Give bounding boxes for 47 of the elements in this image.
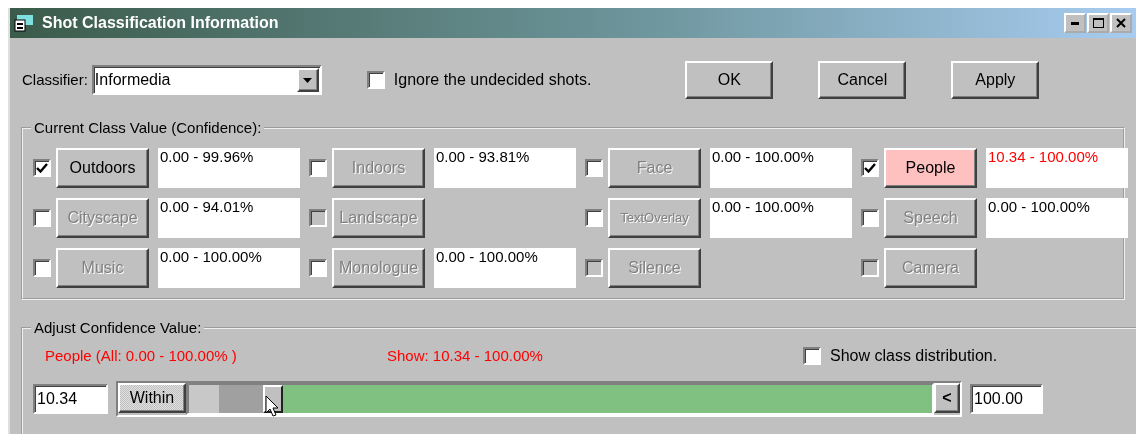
window-icon [14,13,36,33]
mode-button[interactable]: Within [118,383,186,413]
window-title: Shot Classification Information [42,13,279,33]
checkbox[interactable] [585,159,603,177]
class-button[interactable]: People [884,148,977,188]
confidence-field: 10.34 - 100.00% [986,148,1128,188]
close-button[interactable] [1110,13,1132,33]
checkbox[interactable] [861,159,879,177]
dialog-button[interactable]: Cancel [818,61,907,99]
close-icon [1116,18,1126,28]
confidence-field: 0.00 - 93.81% [434,148,576,188]
checkbox[interactable] [33,259,51,277]
maximize-button[interactable] [1087,13,1109,33]
classifier-dropdown[interactable]: Informedia [91,65,322,95]
minimize-button[interactable] [1064,13,1086,33]
checkbox[interactable] [366,71,385,89]
cursor-icon [264,395,281,417]
maximize-icon [1092,18,1104,28]
minimize-icon [1071,21,1079,25]
group-title: Adjust Confidence Value: [33,320,203,335]
group-title: Current Class Value (Confidence): [33,120,263,135]
checkbox[interactable] [802,347,821,365]
checkbox[interactable] [33,159,51,177]
checkbox[interactable] [309,259,327,277]
confidence-field: 0.00 - 99.96% [158,148,300,188]
class-button[interactable]: Outdoors [56,148,149,188]
checkbox-label: Ignore the undecided shots. [393,70,592,90]
confidence-field: 0.00 - 100.00% [158,248,300,288]
dialog-button[interactable]: Apply [951,61,1040,99]
show-range-text: Show: 10.34 - 100.00% [387,345,543,366]
checkbox[interactable] [309,159,327,177]
confidence-field: 0.00 - 100.00% [710,198,852,238]
checkbox[interactable] [585,209,603,227]
checkbox[interactable] [33,209,51,227]
scroll-left-button[interactable]: < [934,383,960,413]
classifier-label: Classifier: [22,69,88,90]
confidence-field: 0.00 - 100.00% [710,148,852,188]
checkbox-label: Show class distribution. [829,346,998,366]
checkbox[interactable] [861,209,879,227]
high-value-field[interactable]: 100.00 [970,384,1043,414]
dropdown-arrow-icon [303,77,313,83]
confidence-field: 0.00 - 94.01% [158,198,300,238]
confidence-field: 0.00 - 100.00% [434,248,576,288]
low-value-field[interactable]: 10.34 [33,384,108,414]
class-range-text: People (All: 0.00 - 100.00% ) [45,345,238,366]
confidence-field: 0.00 - 100.00% [986,198,1128,238]
dialog-button[interactable]: OK [685,61,774,99]
